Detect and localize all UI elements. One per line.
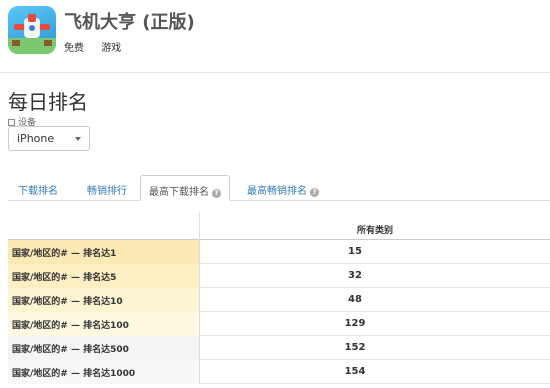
device-select-value: iPhone [17,132,55,145]
row-label: 国家/地区的# — 排名达500 [8,336,200,360]
tab-grossing[interactable]: 畅销排行 [87,175,127,201]
row-label: 国家/地区的# — 排名达100 [8,312,200,336]
device-select[interactable]: iPhone [8,126,90,151]
app-title: 飞机大亨 (正版) [64,12,195,33]
app-meta: 免费 游戏 [64,39,121,54]
tab-top-grossing[interactable]: 最高畅销排名? [247,175,319,201]
app-price: 免费 [64,43,84,54]
tab-label: 畅销排行 [87,186,127,197]
column-header-all-categories: 所有类别 [356,226,393,236]
tab-top-downloads[interactable]: 最高下载排名? [140,175,230,201]
help-icon[interactable]: ? [212,189,221,198]
page-title: 每日排名 [8,90,88,114]
device-checkbox-icon [8,119,15,126]
help-icon[interactable]: ? [310,188,319,197]
row-value: 32 [348,270,362,281]
row-value: 154 [344,366,366,377]
table-header: 所有类别 [8,212,550,240]
table-row: 国家/地区的# — 排名达500 152 [8,336,550,360]
ranking-table: 所有类别 国家/地区的# — 排名达1 15 国家/地区的# — 排名达5 32… [8,212,550,384]
table-header-empty [8,212,200,240]
airplane-icon [12,14,52,46]
row-label: 国家/地区的# — 排名达1 [8,240,200,264]
row-value: 152 [344,342,366,353]
table-row: 国家/地区的# — 排名达5 32 [8,264,550,288]
row-value: 129 [344,318,366,329]
table-row: 国家/地区的# — 排名达1 15 [8,240,550,264]
row-label: 国家/地区的# — 排名达1000 [8,360,200,384]
row-label: 国家/地区的# — 排名达10 [8,288,200,312]
tab-label: 最高下载排名 [149,187,209,198]
row-label: 国家/地区的# — 排名达5 [8,264,200,288]
app-icon [8,6,56,54]
table-row: 国家/地区的# — 排名达1000 154 [8,360,550,384]
table-row: 国家/地区的# — 排名达100 129 [8,312,550,336]
tab-label: 下载排名 [18,186,58,197]
tab-downloads[interactable]: 下载排名 [18,175,58,201]
row-value: 48 [348,294,362,305]
app-category[interactable]: 游戏 [101,43,121,54]
chevron-down-icon [75,137,81,141]
tab-label: 最高畅销排名 [247,186,307,197]
header-divider [0,72,550,73]
row-value: 15 [348,246,362,257]
tab-bar: 下载排名 畅销排行 最高下载排名? 最高畅销排名? [8,175,550,201]
table-row: 国家/地区的# — 排名达10 48 [8,288,550,312]
